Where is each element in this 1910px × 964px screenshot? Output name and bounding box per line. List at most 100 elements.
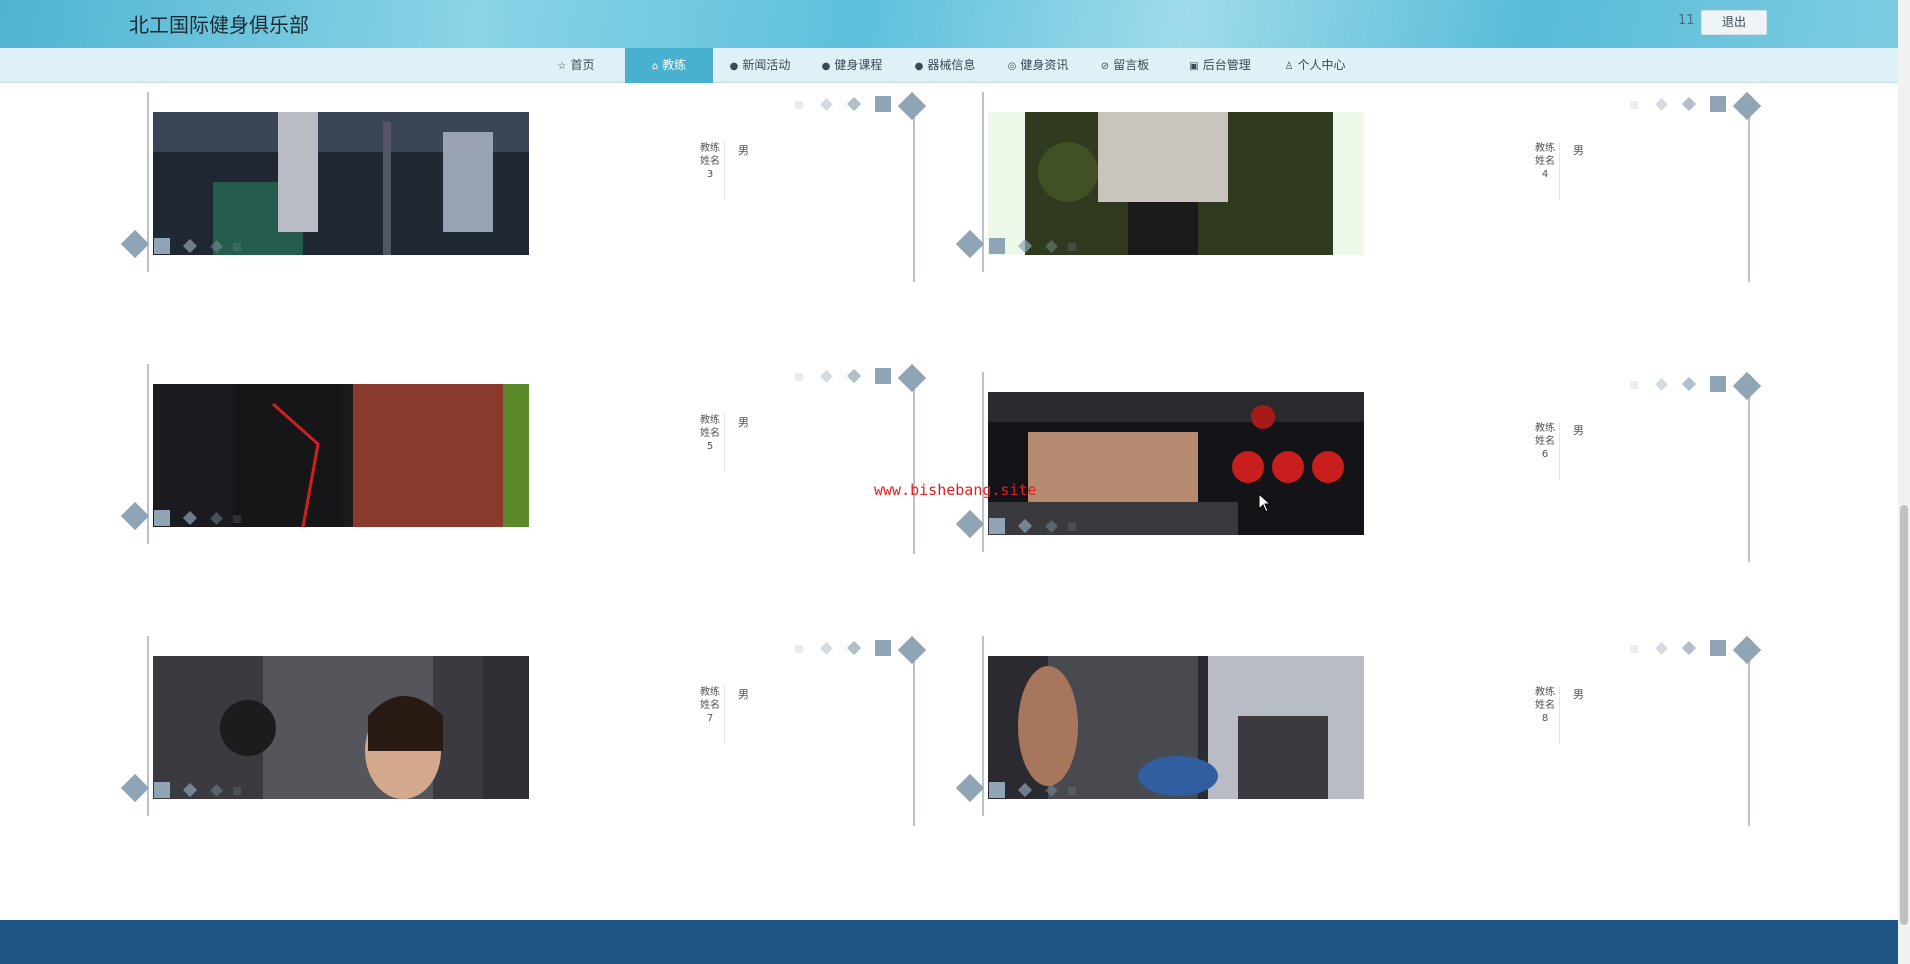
decor-line — [1748, 110, 1750, 282]
decor-diamond — [897, 91, 927, 121]
nav-item-label: 后台管理 — [1202, 58, 1251, 72]
decor-square — [875, 96, 891, 112]
decor-square — [154, 510, 170, 526]
nav-item-label: 健身课程 — [834, 58, 883, 72]
nav-item-coaches[interactable]: ⌂ 教练 — [625, 48, 713, 83]
app-window: 北工国际健身俱乐部 11 退出 ☆ 首页 ⌂ 教练 ● 新闻活动 ● 健身课程 ● 器械信… — [0, 0, 1910, 964]
decor-diamond — [820, 98, 833, 111]
nav-item-equipment[interactable]: ● 器械信息 — [905, 48, 985, 83]
coach-photo[interactable] — [988, 656, 1364, 799]
decor-square — [1710, 640, 1726, 656]
decor-line — [1748, 654, 1750, 826]
nav-item-admin[interactable]: ▣ 后台管理 — [1180, 48, 1260, 83]
coach-card[interactable]: 教练姓名8 男 — [955, 635, 1785, 836]
decor-diamond — [846, 96, 862, 112]
nav-item-label: 教练 — [662, 58, 687, 72]
scrollbar-thumb[interactable] — [1900, 505, 1908, 925]
coach-name: 教练姓名5 — [700, 415, 720, 452]
coach-photo[interactable] — [988, 392, 1364, 535]
decor-diamond — [955, 509, 985, 539]
decor-diamond — [846, 368, 862, 384]
nav-item-fitness-info[interactable]: ◎ 健身资讯 — [998, 48, 1078, 83]
coach-gender: 男 — [738, 688, 749, 701]
decor-line — [913, 382, 915, 554]
nav-item-courses[interactable]: ● 健身课程 — [812, 48, 892, 83]
decor-diamond — [955, 229, 985, 259]
decor-square — [233, 787, 241, 795]
nav-item-label: 个人中心 — [1297, 58, 1346, 72]
decor-diamond — [820, 642, 833, 655]
nav-item-label: 器械信息 — [927, 58, 976, 72]
coach-gender: 男 — [738, 144, 749, 157]
decor-square — [1710, 376, 1726, 392]
decor-square — [1068, 787, 1076, 795]
info-icon: ● — [729, 61, 739, 72]
decor-diamond — [120, 773, 150, 803]
coach-card[interactable]: 教练姓名3 男 — [120, 91, 950, 292]
site-title[interactable]: 北工国际健身俱乐部 — [129, 9, 309, 38]
home-icon: ⌂ — [651, 61, 659, 72]
decor-square — [989, 518, 1005, 534]
decor-line — [913, 654, 915, 826]
decor-square — [1710, 96, 1726, 112]
divider — [1559, 422, 1560, 480]
nav-item-label: 首页 — [570, 58, 595, 72]
coach-gender: 男 — [1573, 424, 1584, 437]
page-footer — [0, 920, 1898, 964]
decor-square — [233, 243, 241, 251]
coach-name: 教练姓名8 — [1535, 687, 1555, 724]
question-icon: ● — [821, 61, 831, 72]
decor-diamond — [1681, 376, 1697, 392]
nav-item-label: 健身资讯 — [1020, 58, 1069, 72]
decor-diamond — [1681, 96, 1697, 112]
coach-card[interactable]: 教练姓名7 男 — [120, 635, 950, 836]
decor-square — [1068, 243, 1076, 251]
decor-square — [1630, 101, 1638, 109]
decor-square — [795, 645, 803, 653]
nav-item-home[interactable]: ☆ 首页 — [540, 48, 612, 83]
coach-name: 教练姓名7 — [700, 687, 720, 724]
coach-photo[interactable] — [988, 112, 1364, 255]
coach-photo[interactable] — [153, 112, 529, 255]
coach-name: 教练姓名6 — [1535, 423, 1555, 460]
decor-square — [1630, 381, 1638, 389]
decor-square — [795, 101, 803, 109]
user-icon: ♙ — [1284, 61, 1294, 72]
decor-square — [989, 238, 1005, 254]
watermark-text: www.bishebang.site — [874, 481, 1037, 499]
nav-item-label: 新闻活动 — [742, 58, 791, 72]
coach-gender: 男 — [738, 416, 749, 429]
decor-diamond — [955, 773, 985, 803]
decor-diamond — [120, 501, 150, 531]
decor-square — [1630, 645, 1638, 653]
divider — [1559, 686, 1560, 744]
star-icon: ☆ — [557, 61, 567, 72]
decor-diamond — [846, 640, 862, 656]
coach-photo[interactable] — [153, 384, 529, 527]
decor-square — [875, 640, 891, 656]
coach-card[interactable]: 教练姓名4 男 — [955, 91, 1785, 292]
clipboard-icon: ▣ — [1189, 61, 1199, 72]
decor-diamond — [1655, 378, 1668, 391]
coach-gender: 男 — [1573, 144, 1584, 157]
coach-photo[interactable] — [153, 656, 529, 799]
nav-item-label: 留言板 — [1113, 58, 1150, 72]
decor-square — [989, 782, 1005, 798]
nav-item-message-board[interactable]: ⊘ 留言板 — [1090, 48, 1160, 83]
coach-card[interactable]: 教练姓名6 男 — [955, 371, 1785, 572]
divider — [724, 142, 725, 200]
divider — [724, 414, 725, 472]
logout-button[interactable]: 退出 — [1701, 10, 1767, 35]
nav-item-profile[interactable]: ♙ 个人中心 — [1275, 48, 1355, 83]
nav-item-news[interactable]: ● 新闻活动 — [720, 48, 800, 83]
current-user[interactable]: 11 — [1678, 13, 1695, 28]
coach-card[interactable]: 教练姓名5 男 — [120, 363, 950, 564]
coach-name: 教练姓名4 — [1535, 143, 1555, 180]
decor-diamond — [120, 229, 150, 259]
info-circle-icon: ● — [914, 61, 924, 72]
decor-diamond — [1681, 640, 1697, 656]
decor-diamond — [897, 635, 927, 665]
decor-diamond — [897, 363, 927, 393]
decor-square — [795, 373, 803, 381]
decor-square — [233, 515, 241, 523]
